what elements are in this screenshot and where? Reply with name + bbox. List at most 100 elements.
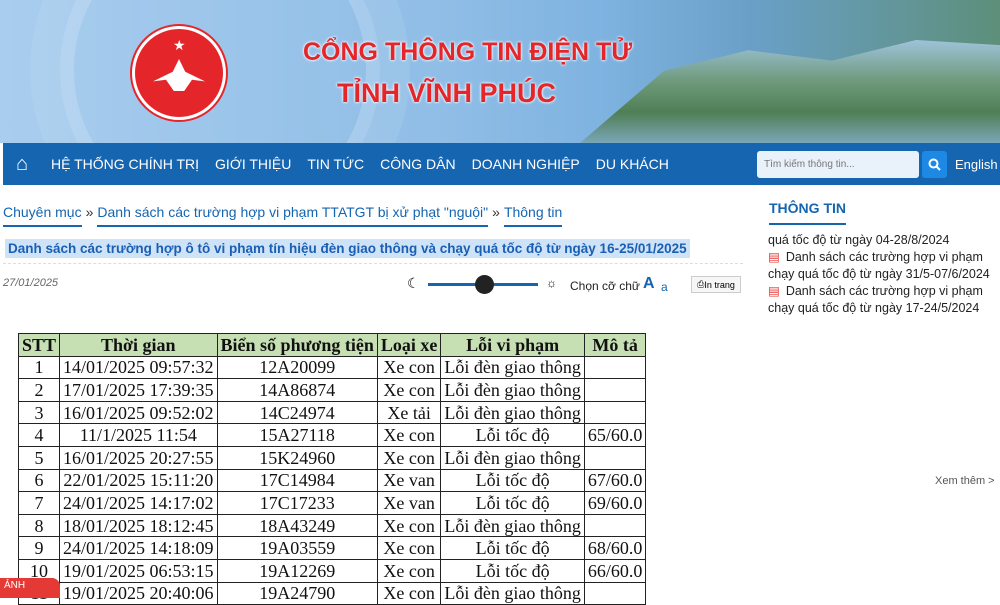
table-row: 5 16/01/2025 20:27:55 15K24960 Xe con Lỗi đè… [17, 445, 647, 470]
table-cell: 18A43249 [216, 513, 378, 538]
table-cell: 14A86874 [216, 378, 378, 402]
sidebar-item[interactable]: quá tốc độ từ ngày 04-28/8/2024 [768, 232, 1000, 249]
table-cell: 65/60.0 [583, 423, 647, 447]
document-icon: ▤ [768, 250, 780, 264]
table-cell: 12A20099 [216, 355, 378, 380]
nav-gioi-thieu[interactable]: GIỚI THIỆU [215, 156, 291, 172]
language-link[interactable]: English [955, 157, 998, 172]
table-cell: 4 [17, 423, 61, 447]
table-cell: Lỗi đèn giao thông [440, 581, 585, 605]
table-cell: 19A03559 [216, 536, 378, 560]
breadcrumb-separator: » [492, 204, 500, 220]
table-cell: 2 [17, 378, 61, 402]
table-row: 10 19/01/2025 06:53:15 19A12269 Xe con Lỗi t… [17, 558, 647, 583]
font-size-label: Chọn cỡ chữ [570, 279, 640, 293]
column-header: Biển số phương tiện [216, 333, 378, 357]
table-cell: Xe con [376, 581, 442, 605]
table-cell: Xe con [376, 355, 442, 380]
table-cell: Xe con [376, 558, 442, 583]
table-cell: 19/01/2025 06:53:15 [59, 558, 218, 583]
table-cell: Lỗi đèn giao thông [440, 445, 585, 470]
see-more-link[interactable]: Xem thêm > [935, 475, 995, 487]
article-title: Danh sách các trường hợp ô tô vi phạm tí… [5, 239, 690, 258]
table-cell [583, 400, 647, 425]
table-cell: Xe van [376, 468, 442, 493]
table-cell: 7 [17, 491, 61, 515]
column-header: STT [17, 333, 61, 357]
table-cell: 19A12269 [216, 558, 378, 583]
print-button[interactable]: ⎙ In trang [691, 276, 741, 293]
breadcrumb-separator: » [85, 204, 94, 220]
table-cell: Lỗi đèn giao thông [440, 378, 585, 402]
table-row: 7 24/01/2025 14:17:02 17C17233 Xe van Lỗi tố… [17, 491, 647, 515]
brightness-slider-handle[interactable] [475, 275, 494, 294]
table-cell: Xe tải [376, 400, 442, 425]
column-header: Loại xe [376, 333, 442, 357]
table-row: 4 11/1/2025 11:54 15A27118 Xe con Lỗi tốc độ… [17, 423, 647, 447]
table-header-row: STT Thời gian Biển số phương tiện Loại xe Lỗ… [17, 333, 647, 357]
table-cell: 16/01/2025 20:27:55 [59, 445, 218, 470]
table-cell: Xe con [376, 378, 442, 402]
nav-tin-tuc[interactable]: TIN TỨC [307, 156, 364, 172]
font-size-increase[interactable]: A [643, 275, 655, 293]
nav-doanh-nghiep[interactable]: DOANH NGHIỆP [472, 156, 580, 172]
table-cell: 11/1/2025 11:54 [59, 423, 218, 447]
table-cell: 69/60.0 [583, 491, 647, 515]
table-cell: 6 [17, 468, 61, 493]
table-cell: 24/01/2025 14:18:09 [59, 536, 218, 560]
sidebar-item[interactable]: ▤ Danh sách các trường hợp vi phạm chạy q… [768, 283, 1000, 317]
breadcrumb: Chuyên mục» Danh sách các trường hợp vi … [3, 204, 563, 227]
table-cell [583, 355, 647, 380]
table-cell: Lỗi đèn giao thông [440, 400, 585, 425]
column-header: Thời gian [59, 333, 218, 357]
table-cell [583, 378, 647, 402]
table-cell: Lỗi tốc độ [440, 423, 585, 447]
table-cell: Lỗi tốc độ [440, 468, 585, 493]
violations-table: STT Thời gian Biển số phương tiện Loại xe Lỗ… [17, 333, 647, 605]
table-row: 2 17/01/2025 17:39:35 14A86874 Xe con Lỗi đè… [17, 378, 647, 402]
column-header: Lỗi vi phạm [440, 333, 585, 357]
table-cell: 17C17233 [216, 491, 378, 515]
table-cell: 3 [17, 400, 61, 425]
table-cell: 8 [17, 513, 61, 538]
nav-he-thong-chinh-tri[interactable]: HỆ THỐNG CHÍNH TRỊ [51, 156, 199, 172]
breadcrumb-chuyen-muc[interactable]: Chuyên mục [3, 204, 82, 227]
table-cell: 22/01/2025 15:11:20 [59, 468, 218, 493]
table-cell: 14/01/2025 09:57:32 [59, 355, 218, 380]
search-button[interactable] [922, 151, 947, 178]
table-row: 1119/01/2025 20:40:0619A24790Xe conLỗi đ… [17, 581, 647, 605]
article-date: 27/01/2025 [3, 277, 59, 289]
table-cell: Xe con [376, 445, 442, 470]
table-cell: 15A27118 [216, 423, 378, 447]
province-logo[interactable]: ★ [132, 26, 226, 120]
table-row: 3 16/01/2025 09:52:02 14C24974 Xe tải Lỗi đè… [17, 400, 647, 425]
floating-badge[interactable]: ẢNH [0, 578, 60, 598]
table-cell: Xe con [376, 536, 442, 560]
nav-cong-dan[interactable]: CÔNG DÂN [380, 156, 455, 172]
table-cell: 68/60.0 [583, 536, 647, 560]
table-cell: Lỗi tốc độ [440, 491, 585, 515]
table-cell [583, 513, 647, 538]
table-cell: Lỗi tốc độ [440, 558, 585, 583]
breadcrumb-category[interactable]: Danh sách các trường hợp vi phạm TTATGT … [97, 204, 489, 227]
sidebar-list: quá tốc độ từ ngày 04-28/8/2024 ▤ Danh sá… [768, 232, 1000, 317]
column-header: Mô tả [583, 333, 647, 357]
breadcrumb-thong-tin[interactable]: Thông tin [503, 204, 563, 227]
nav-du-khach[interactable]: DU KHÁCH [596, 156, 669, 172]
table-row: 6 22/01/2025 15:11:20 17C14984 Xe van Lỗi tố… [17, 468, 647, 493]
search-input[interactable] [757, 151, 919, 178]
table-cell: Lỗi đèn giao thông [440, 513, 585, 538]
table-cell: Xe van [376, 491, 442, 515]
table-cell: 67/60.0 [583, 468, 647, 493]
sidebar-heading: THÔNG TIN [769, 200, 846, 225]
table-cell: 19/01/2025 20:40:06 [59, 581, 218, 605]
province-title: TỈNH VĨNH PHÚC [337, 78, 557, 108]
search-icon [928, 158, 941, 171]
font-size-decrease[interactable]: a [661, 280, 668, 294]
sidebar-item[interactable]: ▤ Danh sách các trường hợp vi phạm chạy q… [768, 249, 1000, 283]
table-cell: 18/01/2025 18:12:45 [59, 513, 218, 538]
table-row: 8 18/01/2025 18:12:45 18A43249 Xe con Lỗi đè… [17, 513, 647, 538]
home-icon[interactable]: ⌂ [5, 153, 39, 176]
table-cell: Lỗi tốc độ [440, 536, 585, 560]
table-cell: 19A24790 [216, 581, 378, 605]
